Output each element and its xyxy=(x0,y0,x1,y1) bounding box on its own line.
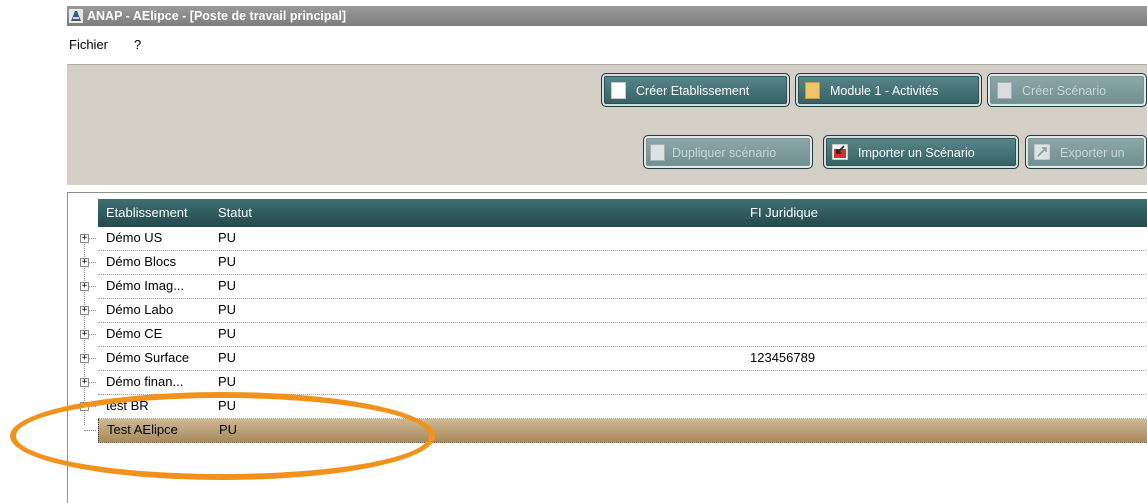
expand-plus-icon[interactable]: + xyxy=(80,330,89,339)
create-establishment-button[interactable]: Créer Etablissement xyxy=(601,73,790,107)
row-statut: PU xyxy=(218,254,237,269)
app-logo-icon xyxy=(69,9,83,23)
tree-header: Etablissement Statut FI Juridique xyxy=(98,199,1147,227)
tree-connector xyxy=(89,358,96,359)
module-1-activities-button[interactable]: Module 1 - Activités xyxy=(795,73,982,107)
expand-plus-icon[interactable]: + xyxy=(80,306,89,315)
tree-connector xyxy=(89,310,96,311)
tree-connector xyxy=(89,238,96,239)
table-row[interactable]: Démo finan... PU xyxy=(98,371,1147,395)
expand-plus-icon[interactable]: + xyxy=(80,378,89,387)
document-white-icon xyxy=(611,82,626,99)
import-icon xyxy=(832,144,848,160)
row-etablissement: Démo Labo xyxy=(106,302,174,317)
import-scenario-button[interactable]: Importer un Scénario xyxy=(823,135,1019,169)
document-yellow-icon xyxy=(805,82,820,99)
row-statut: PU xyxy=(218,230,237,245)
document-gray-icon xyxy=(997,82,1012,99)
window-titlebar: ANAP - AElipce - [Poste de travail princ… xyxy=(67,6,1147,26)
tree-connector xyxy=(89,262,96,263)
table-row[interactable]: Démo Imag... PU xyxy=(98,275,1147,299)
menu-help[interactable]: ? xyxy=(134,36,141,54)
tree-connector xyxy=(89,286,96,287)
duplicate-scenario-button[interactable]: Dupliquer scénario xyxy=(643,135,813,169)
row-etablissement: Démo Imag... xyxy=(106,278,185,293)
menu-bar: Fichier ? xyxy=(67,36,1147,54)
row-statut: PU xyxy=(218,302,237,317)
toolbar-area: Créer Etablissement Module 1 - Activités… xyxy=(67,64,1147,185)
highlight-annotation-ellipse xyxy=(10,392,435,480)
row-statut: PU xyxy=(218,326,237,341)
column-header-fi-juridique[interactable]: FI Juridique xyxy=(750,199,818,227)
row-statut: PU xyxy=(218,374,237,389)
export-icon xyxy=(1034,144,1050,160)
tree-connector xyxy=(89,382,96,383)
expand-plus-icon[interactable]: + xyxy=(80,234,89,243)
row-etablissement: Démo US xyxy=(106,230,163,245)
column-header-etablissement[interactable]: Etablissement xyxy=(106,199,188,227)
table-row[interactable]: Démo Blocs PU xyxy=(98,251,1147,275)
row-etablissement: Démo finan... xyxy=(106,374,184,389)
table-row[interactable]: Démo Surface PU 123456789 xyxy=(98,347,1147,371)
expand-plus-icon[interactable]: + xyxy=(80,354,89,363)
expand-plus-icon[interactable]: + xyxy=(80,282,89,291)
menu-fichier[interactable]: Fichier xyxy=(69,36,108,54)
row-statut: PU xyxy=(218,350,237,365)
table-row[interactable]: Démo CE PU xyxy=(98,323,1147,347)
table-row[interactable]: Démo Labo PU xyxy=(98,299,1147,323)
row-etablissement: Démo Blocs xyxy=(106,254,177,269)
duplicate-icon xyxy=(650,144,665,161)
row-statut: PU xyxy=(218,278,237,293)
row-fi-juridique: 123456789 xyxy=(750,350,816,365)
export-scenario-button[interactable]: Exporter un xyxy=(1025,135,1147,169)
table-row[interactable]: Démo US PU xyxy=(98,227,1147,251)
column-header-statut[interactable]: Statut xyxy=(218,199,252,227)
create-scenario-button[interactable]: Créer Scénario xyxy=(987,73,1147,107)
row-etablissement: Démo Surface xyxy=(106,350,190,365)
expand-plus-icon[interactable]: + xyxy=(80,258,89,267)
row-etablissement: Démo CE xyxy=(106,326,163,341)
window-title: ANAP - AElipce - [Poste de travail princ… xyxy=(87,9,347,23)
tree-connector xyxy=(89,334,96,335)
